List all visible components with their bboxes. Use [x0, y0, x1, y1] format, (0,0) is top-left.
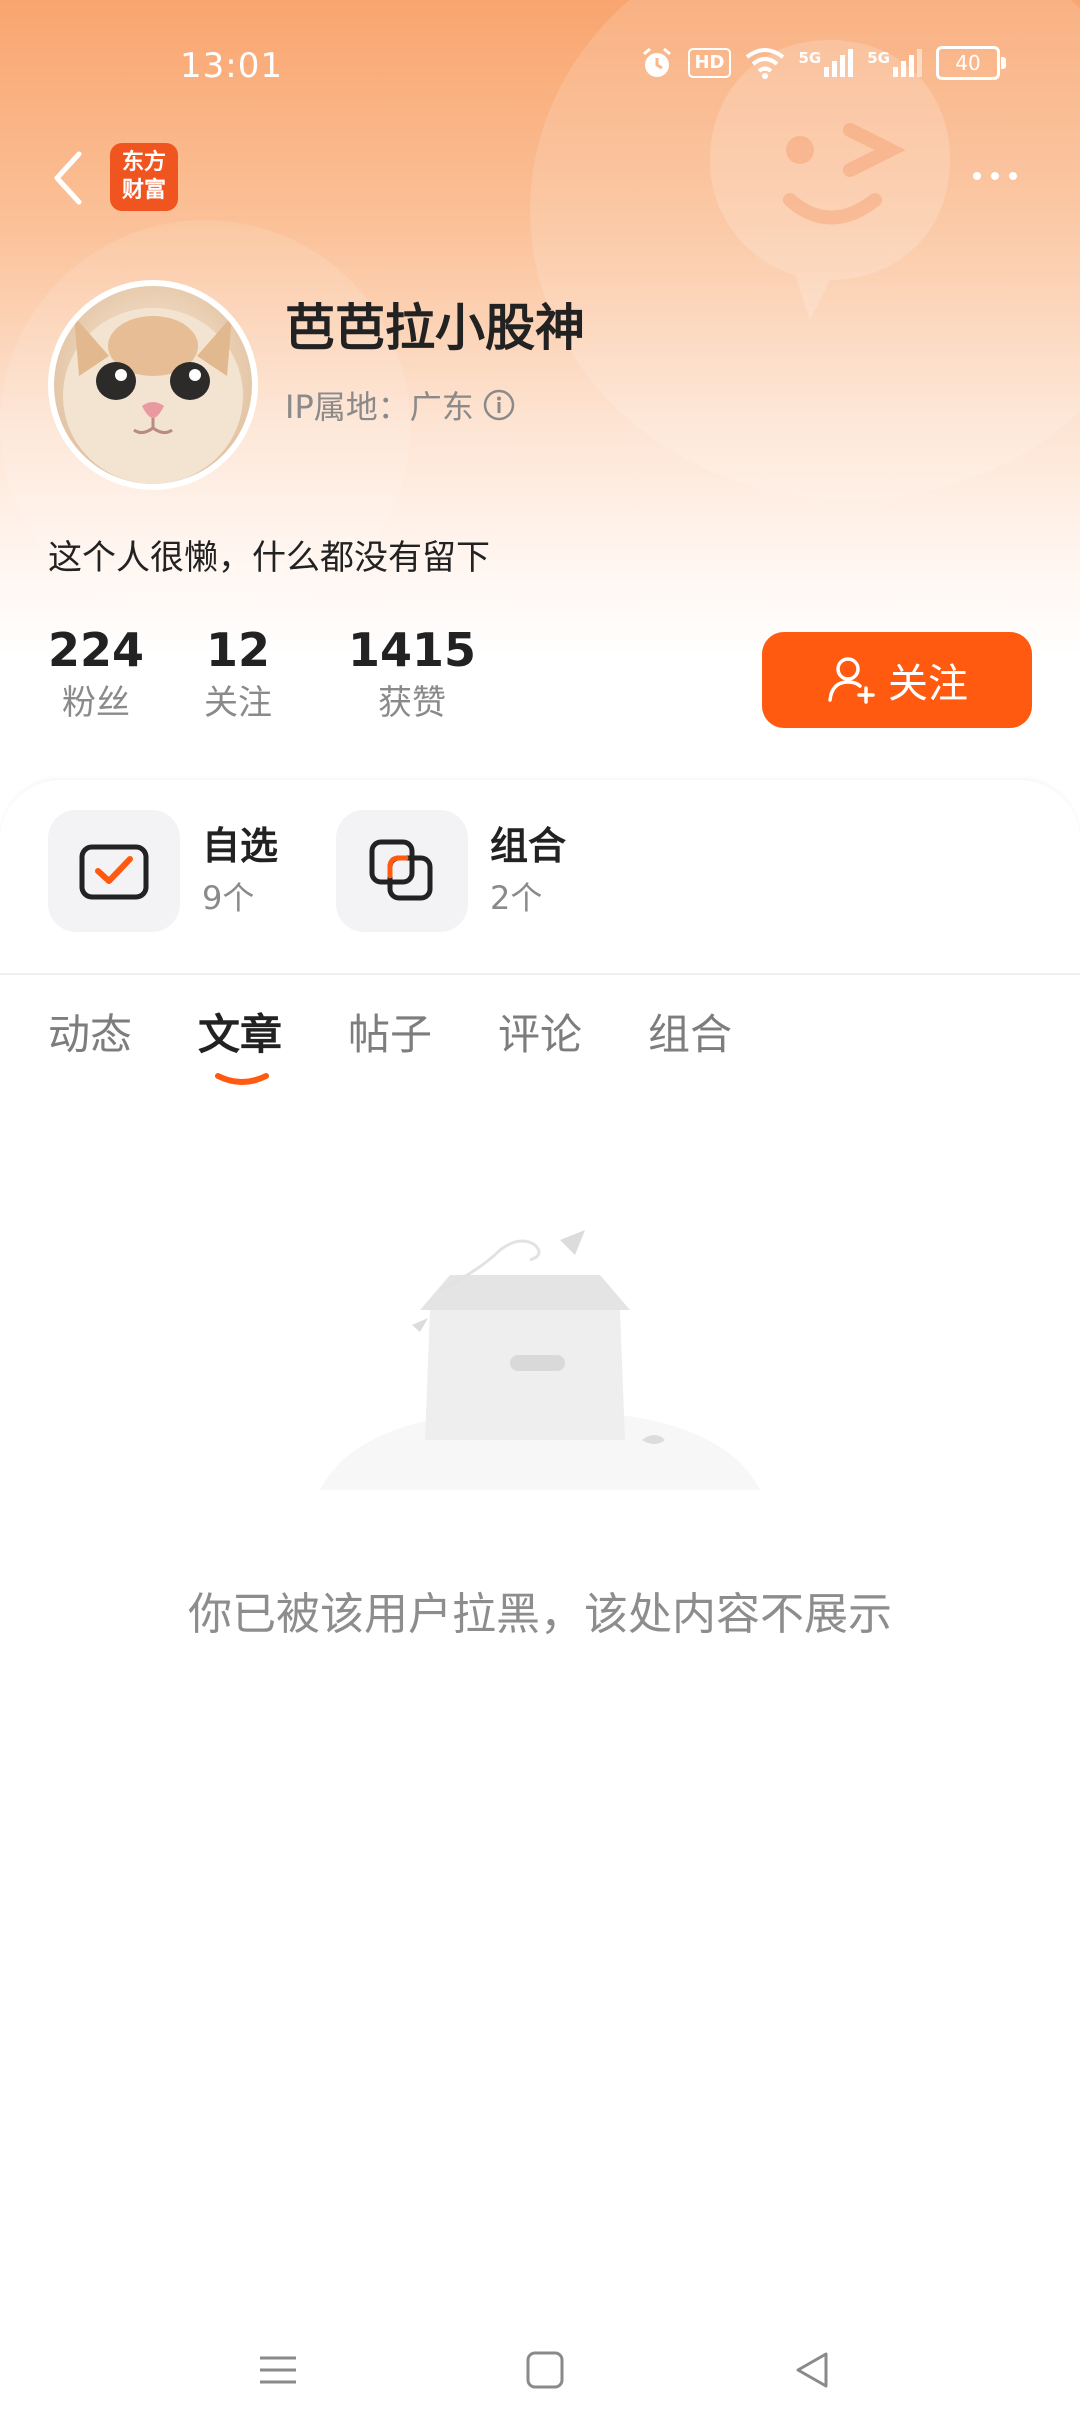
add-user-icon	[828, 657, 875, 704]
alarm-icon	[643, 47, 672, 77]
stat-label: 关注	[204, 683, 272, 723]
empty-state-message: 你已被该用户拉黑，该处内容不展示	[188, 1589, 892, 1640]
stat-value: 224	[48, 623, 145, 677]
shortcut-icon-box	[336, 810, 468, 932]
stat-value: 1415	[348, 623, 477, 677]
avatar[interactable]	[48, 280, 258, 490]
system-navigation-bar	[0, 2300, 1080, 2412]
stat-value: 12	[205, 623, 270, 677]
shortcut-title: 组合	[490, 824, 567, 868]
username: 芭芭拉小股神	[285, 299, 585, 357]
active-tab-indicator	[215, 1073, 269, 1085]
bio: 这个人很懒，什么都没有留下	[48, 538, 490, 578]
empty-box-icon	[320, 1230, 760, 1490]
shortcut-count: 9个	[202, 879, 255, 917]
triangle-back-icon	[796, 2352, 828, 2388]
more-dots-icon	[1009, 172, 1017, 180]
status-icons: HD 5G 5G 40	[640, 46, 1006, 80]
stat-label: 粉丝	[62, 683, 131, 723]
shortcut-portfolio[interactable]: 组合 2个	[336, 810, 566, 932]
back-button[interactable]	[40, 140, 96, 216]
tab-dynamics[interactable]: 动态	[48, 1005, 132, 1065]
divider	[0, 973, 1080, 975]
shortcut-count: 2个	[490, 879, 543, 917]
tab-posts[interactable]: 帖子	[348, 1005, 432, 1065]
tab-comments[interactable]: 评论	[498, 1005, 582, 1065]
stat-label: 获赞	[378, 683, 447, 723]
app-logo[interactable]: 东方 财富	[110, 143, 178, 211]
portfolio-squares-icon	[369, 839, 433, 901]
battery-icon: 40	[936, 46, 1006, 80]
shortcut-text: 组合 2个	[490, 819, 566, 923]
back-nav-button[interactable]	[782, 2340, 842, 2400]
shortcut-icon-box	[48, 810, 180, 932]
more-dots-icon	[991, 172, 999, 180]
info-icon[interactable]	[482, 388, 516, 422]
stat-fans[interactable]: 224 粉丝	[48, 622, 144, 728]
tab-articles[interactable]: 文章	[198, 1005, 282, 1065]
ip-location-row: IP属地：广东	[285, 382, 516, 428]
more-dots-icon	[973, 172, 981, 180]
stat-likes[interactable]: 1415 获赞	[348, 622, 476, 728]
follow-button-label: 关注	[888, 661, 968, 707]
watchlist-check-icon	[79, 844, 149, 900]
hd-icon: HD	[688, 48, 731, 78]
shortcut-watchlist[interactable]: 自选 9个	[48, 810, 278, 932]
follow-button[interactable]: 关注	[762, 632, 1032, 728]
shortcut-title: 自选	[202, 824, 279, 868]
menu-icon	[260, 2356, 296, 2384]
status-time: 13:01	[180, 46, 283, 86]
app-logo-line: 财富	[121, 178, 166, 203]
stat-following[interactable]: 12 关注	[204, 622, 272, 728]
wifi-icon	[745, 48, 784, 79]
app-logo-line: 东方	[121, 150, 166, 175]
shortcut-text: 自选 9个	[202, 819, 278, 923]
menu-button[interactable]	[248, 2340, 308, 2400]
chevron-left-icon	[54, 151, 82, 205]
signal-5g-icon: 5G	[867, 49, 922, 77]
cat-avatar-image	[63, 308, 243, 484]
square-icon	[526, 2351, 564, 2389]
ip-location-text: IP属地：广东	[285, 388, 474, 426]
more-button[interactable]	[960, 158, 1030, 194]
signal-5g-icon: 5G	[799, 49, 854, 77]
home-button[interactable]	[515, 2340, 575, 2400]
tab-portfolios[interactable]: 组合	[648, 1005, 732, 1065]
